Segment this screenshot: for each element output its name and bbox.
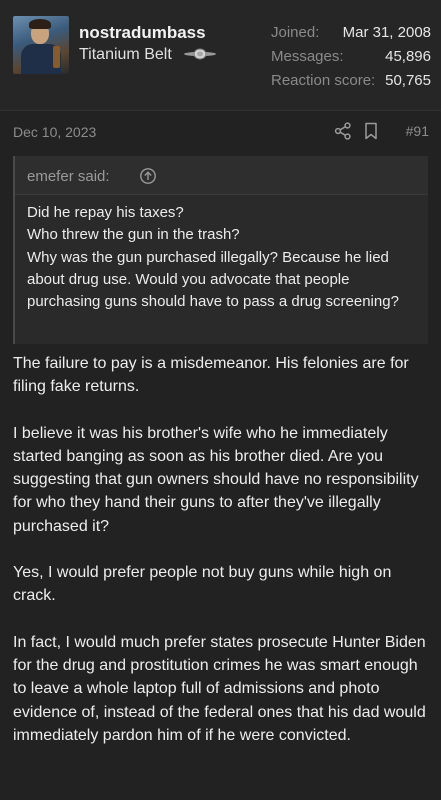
- quote-line: Why was the gun purchased illegally? Bec…: [27, 248, 399, 311]
- username-link[interactable]: nostradumbass: [79, 23, 206, 43]
- quote-author[interactable]: emefer said:: [27, 168, 110, 185]
- post-date-link[interactable]: Dec 10, 2023: [13, 124, 96, 140]
- post-number-link[interactable]: #91: [406, 123, 429, 139]
- stat-row-joined: Joined: Mar 31, 2008: [271, 24, 431, 48]
- post-meta-row: Dec 10, 2023 #91: [0, 110, 441, 155]
- avatar-bottle: [53, 46, 60, 68]
- message-paragraph: I believe it was his brother's wife who …: [13, 424, 419, 535]
- stat-value: 50,765: [385, 72, 431, 89]
- quote-block: emefer said: Did he repay his taxes? Who…: [13, 156, 428, 344]
- stat-row-reaction-score: Reaction score: 50,765: [271, 72, 431, 96]
- share-icon[interactable]: [333, 121, 353, 141]
- stat-label: Reaction score:: [271, 72, 376, 89]
- message-paragraph: Yes, I would prefer people not buy guns …: [13, 564, 392, 605]
- stat-row-messages: Messages: 45,896: [271, 48, 431, 72]
- stat-label: Messages:: [271, 48, 344, 65]
- stat-value: Mar 31, 2008: [342, 24, 431, 41]
- quote-line: Did he repay his taxes?: [27, 204, 184, 221]
- post-actions: #91: [319, 121, 429, 143]
- post-user-header: nostradumbass Titanium Belt Joined: Mar …: [0, 0, 441, 110]
- avatar-hair: [29, 19, 51, 29]
- forum-post-page: nostradumbass Titanium Belt Joined: Mar …: [0, 0, 441, 800]
- stat-label: Joined:: [271, 24, 320, 41]
- quote-body: Did he repay his taxes? Who threw the gu…: [27, 202, 422, 313]
- quote-line: Who threw the gun in the trash?: [27, 226, 240, 244]
- bookmark-icon[interactable]: [361, 121, 381, 141]
- post-message: The failure to pay is a misdemeanor. His…: [13, 352, 431, 770]
- user-stats: Joined: Mar 31, 2008 Messages: 45,896 Re…: [271, 24, 431, 96]
- avatar[interactable]: [13, 16, 69, 74]
- user-title: Titanium Belt: [79, 46, 172, 63]
- jump-to-quote-icon[interactable]: [139, 167, 157, 185]
- stat-value[interactable]: 45,896: [385, 48, 431, 65]
- quote-header: emefer said:: [15, 156, 428, 195]
- belt-icon: [184, 48, 216, 60]
- message-paragraph: The failure to pay is a misdemeanor. His…: [13, 355, 409, 396]
- message-paragraph: In fact, I would much prefer states pros…: [13, 633, 426, 744]
